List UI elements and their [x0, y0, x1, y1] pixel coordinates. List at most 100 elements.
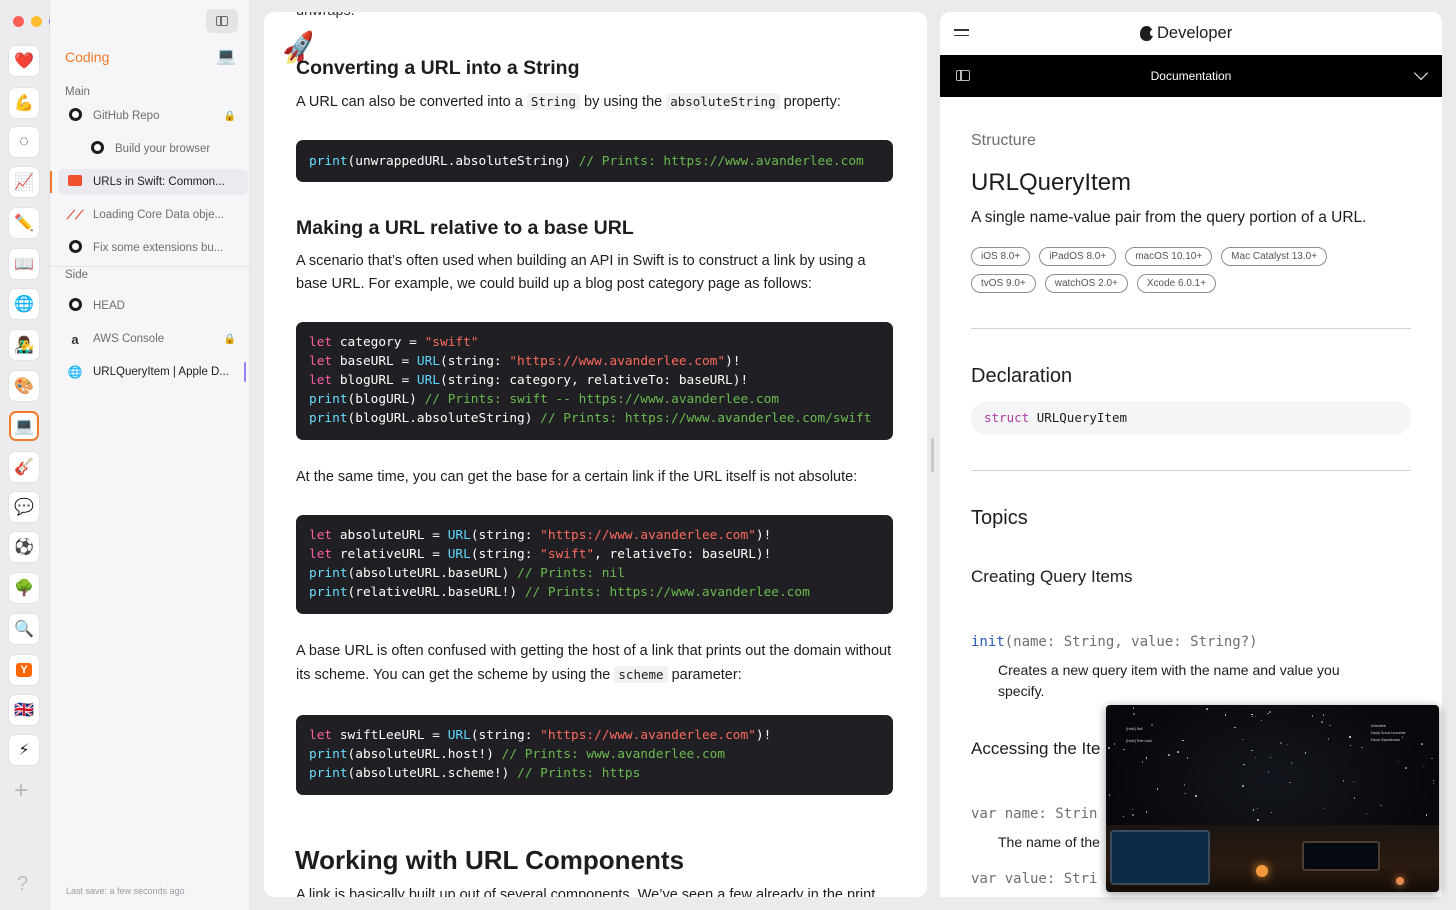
star [1329, 724, 1331, 727]
globe-icon: 🌐 [67, 365, 83, 379]
star [1342, 780, 1345, 782]
space-book[interactable]: 📖 [9, 249, 39, 279]
sidebar-icon[interactable] [956, 70, 970, 81]
sidebar-item-loading-core-data[interactable]: ⟋⟋ Loading Core Data obje... [58, 202, 248, 228]
inline-code: scheme [614, 666, 668, 683]
star [1349, 736, 1351, 738]
uk-flag-icon: 🇬🇧 [14, 702, 34, 719]
code-block[interactable]: let category = "swift" let baseURL = URL… [296, 322, 893, 440]
space-palette[interactable]: 🎨 [9, 371, 39, 401]
space-title: Coding [65, 49, 110, 65]
sidebar-toggle-button[interactable] [206, 9, 238, 33]
space-chart[interactable]: 📈 [9, 167, 39, 197]
sidebar-item-build-your-browser[interactable]: Build your browser [80, 136, 248, 162]
strong-arm-icon: 💪 [14, 95, 34, 112]
accessing-heading: Accessing the Ite [971, 739, 1101, 758]
init-description: Creates a new query item with the name a… [998, 662, 1340, 699]
globe-icon: 🌐 [14, 296, 34, 313]
creating-query-items-heading: Creating Query Items [971, 567, 1133, 586]
space-rail: ❤️ 💪 ◌ 📈 ✏️ 📖 🌐 👨‍🎤 🎨 💻 🎸 💬 ⚽ 🌳 🔍 Y 🇬🇧 ⚡ + ? [0, 0, 60, 910]
availability-badge: Xcode 6.0.1+ [1136, 274, 1217, 293]
sidebar-item-label: AWS Console [93, 333, 165, 345]
sidebar-item-fix-extensions[interactable]: Fix some extensions bu... [58, 235, 248, 261]
star [1254, 715, 1257, 718]
pencil-icon: ✏️ [14, 215, 34, 232]
help-button[interactable]: ? [17, 873, 28, 896]
split-resize-handle[interactable] [931, 438, 934, 472]
code-block[interactable]: print(unwrappedURL.absoluteString) // Pr… [296, 140, 893, 182]
lock-icon: 🔒 [223, 333, 236, 345]
var-name-symbol-link[interactable]: var name: Strin [971, 806, 1097, 822]
var-value-symbol-link[interactable]: var value: Stri [971, 871, 1097, 887]
init-symbol-link[interactable]: init(name: String, value: String?) [971, 634, 1258, 650]
text: A base URL is often confused with gettin… [296, 643, 892, 683]
star [1270, 811, 1273, 814]
close-window-button[interactable] [13, 16, 24, 27]
space-soccer-ball[interactable]: ⚽ [9, 532, 39, 562]
star [1349, 744, 1352, 747]
space-lightning[interactable]: ⚡ [9, 735, 39, 765]
space-heart[interactable]: ❤️ [9, 46, 39, 76]
space-guitar[interactable]: 🎸 [9, 452, 39, 482]
space-strong-arm[interactable]: 💪 [9, 88, 39, 118]
developer-brand[interactable]: Developer [1140, 24, 1232, 43]
page-title: URLQueryItem [971, 169, 1132, 196]
abstract: A single name-value pair from the query … [971, 209, 1367, 226]
ship-map-screen [1110, 830, 1210, 885]
code-block[interactable]: let swiftLeeURL = URL(string: "https://w… [296, 715, 893, 795]
space-speech-bubble[interactable]: 💬 [9, 492, 39, 522]
minimize-window-button[interactable] [31, 16, 42, 27]
guitar-icon: 🎸 [14, 459, 34, 476]
apple-logo-icon [1140, 26, 1154, 41]
star [1352, 780, 1355, 783]
star [1397, 760, 1400, 763]
picture-in-picture-video[interactable]: [Hold] Roll [Hold] Free Look Unbuckle Eq… [1106, 705, 1439, 892]
add-space-button[interactable]: + [14, 777, 28, 805]
heading-url-components: Working with URL Components [295, 845, 685, 875]
paragraph-base: At the same time, you can get the base f… [296, 469, 858, 485]
space-pencil[interactable]: ✏️ [9, 208, 39, 238]
article-pane[interactable]: unwraps. 🚀 Converting a URL into a Strin… [264, 12, 927, 897]
section-label-side: Side [65, 269, 89, 281]
divider [971, 470, 1411, 471]
star [1353, 797, 1356, 799]
sidebar-item-github-repo[interactable]: GitHub Repo 🔒 [58, 103, 248, 129]
speech-bubble-icon: 💬 [14, 499, 34, 516]
space-loading-circle[interactable]: ◌ [9, 127, 39, 157]
sidebar-item-urls-in-swift[interactable]: URLs in Swift: Common... [50, 169, 248, 195]
sidebar-item-label: Loading Core Data obje... [93, 209, 225, 221]
star [1365, 812, 1368, 815]
hamburger-menu-icon[interactable] [954, 29, 969, 40]
github-icon [88, 141, 106, 157]
hud-text: Equip Signalscope [1371, 738, 1401, 742]
amazon-icon: a [71, 331, 79, 347]
space-uk-flag[interactable]: 🇬🇧 [9, 695, 39, 725]
space-magnifier[interactable]: 🔍 [9, 614, 39, 644]
code-block[interactable]: let absoluteURL = URL(string: "https://w… [296, 515, 893, 614]
space-pirate[interactable]: 👨‍🎤 [9, 330, 39, 360]
paragraph-relative: A scenario that’s often used when buildi… [296, 253, 866, 292]
loading-circle-icon: ◌ [19, 133, 29, 150]
dashboard-light [1396, 877, 1404, 885]
chevron-down-icon[interactable] [1413, 65, 1429, 81]
star [1280, 742, 1282, 744]
sidebar-item-urlqueryitem[interactable]: 🌐 URLQueryItem | Apple D... [58, 359, 248, 385]
heart-icon: ❤️ [14, 53, 34, 70]
star [1431, 757, 1433, 760]
paragraph-host: A base URL is often confused with gettin… [296, 640, 896, 687]
topics-heading: Topics [971, 507, 1028, 529]
star [1186, 757, 1188, 759]
star [1256, 807, 1259, 810]
declaration-code: struct URLQueryItem [971, 401, 1411, 435]
ship-monitor [1302, 841, 1380, 871]
y-icon: Y [16, 663, 32, 677]
star [1252, 809, 1255, 811]
space-tree[interactable]: 🌳 [9, 573, 39, 603]
hud-text: [Hold] Roll [1126, 727, 1143, 731]
sidebar-item-head[interactable]: HEAD [58, 293, 248, 319]
tree-icon: 🌳 [14, 580, 34, 597]
sidebar-item-aws-console[interactable]: a AWS Console 🔒 [58, 326, 248, 352]
space-globe[interactable]: 🌐 [9, 289, 39, 319]
space-y[interactable]: Y [9, 655, 39, 685]
space-laptop[interactable]: 💻 [9, 411, 39, 441]
